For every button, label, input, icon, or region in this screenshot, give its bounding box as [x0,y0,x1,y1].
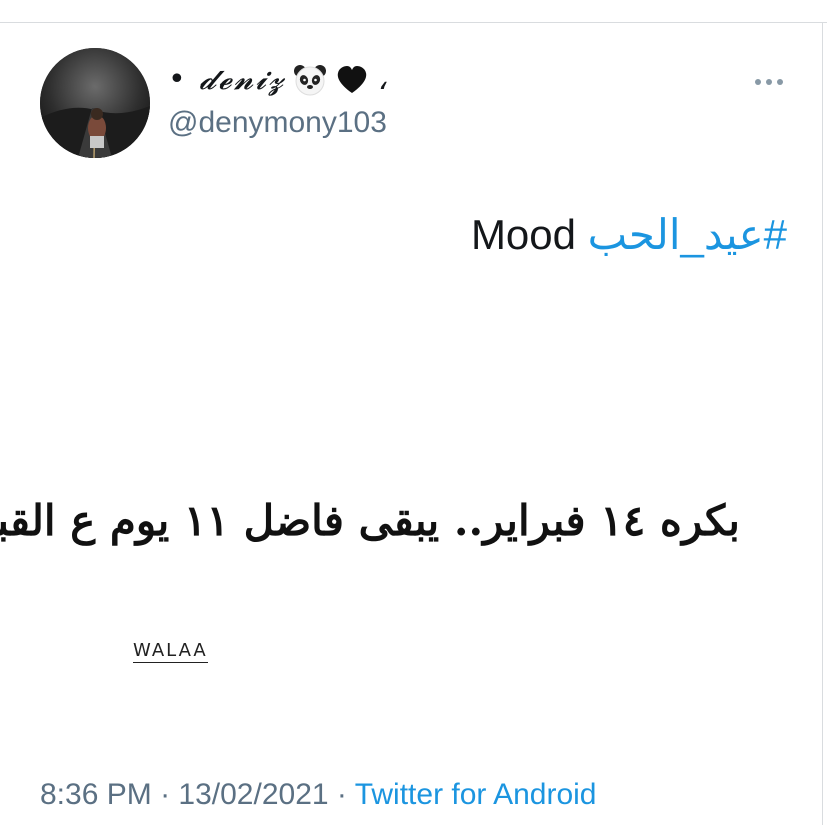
display-name-suffix: ، [377,62,388,97]
meta-separator: · [160,778,171,811]
more-horizontal-icon [755,79,783,85]
tweet-date[interactable]: 13/02/2021 [178,778,328,811]
top-divider [0,22,827,23]
tweet-card: • 𝓭𝓮𝓷𝓲𝔃 ، @denymony103 Mood #عيد_الحب بك… [0,0,827,825]
hashtag-link[interactable]: #عيد_الحب [588,211,787,258]
tweet-time[interactable]: 8:36 PM [40,778,152,811]
user-handle[interactable]: @denymony103 [168,106,387,140]
media-caption: بكره ١٤ فبراير.. يبقى فاضل ١١ يوم ع القب… [0,496,740,545]
meta-separator: · [336,778,347,811]
display-name[interactable]: • 𝓭𝓮𝓷𝓲𝔃 ، [168,62,387,97]
tweet-meta: 8:36 PM · 13/02/2021 · Twitter for Andro… [40,778,597,812]
right-divider [822,22,823,825]
black-heart-emoji-icon [338,65,367,93]
avatar[interactable] [40,48,150,158]
tweet-text: Mood #عيد_الحب [471,210,787,259]
media-signature: WALAA [133,640,208,663]
tweet-source-link[interactable]: Twitter for Android [355,778,597,811]
more-button[interactable] [752,68,786,96]
panda-face-emoji-icon [294,64,327,95]
tweet-text-body: Mood [470,211,576,258]
display-name-text: • 𝓭𝓮𝓷𝓲𝔃 [168,62,286,97]
avatar-image [40,48,150,158]
